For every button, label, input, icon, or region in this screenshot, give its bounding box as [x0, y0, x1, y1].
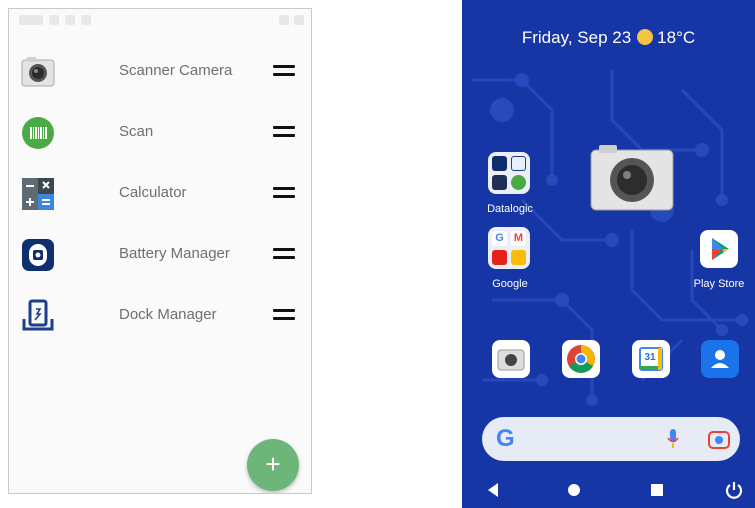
- back-icon[interactable]: [486, 482, 500, 498]
- folder-google[interactable]: G M: [488, 227, 530, 269]
- folder-label-datalogic: Datalogic: [487, 203, 533, 215]
- app-label-dock-manager: Dock Manager: [119, 306, 217, 323]
- battery-manager-icon: [492, 156, 507, 171]
- temperature-text: 18°C: [657, 28, 696, 47]
- chrome-icon[interactable]: [562, 340, 600, 378]
- camera-icon[interactable]: [589, 144, 675, 212]
- status-bar: [9, 9, 311, 31]
- drag-handle-icon[interactable]: [273, 187, 295, 199]
- play-store-icon[interactable]: [700, 230, 738, 268]
- camera-icon: [21, 57, 55, 87]
- google-search-bar[interactable]: G: [482, 417, 740, 461]
- drag-handle-icon[interactable]: [273, 65, 295, 77]
- battery-manager-icon: [22, 239, 54, 271]
- app-list-screen: Scanner Camera Scan Calculator Battery M…: [8, 8, 312, 494]
- app-row-dock-manager[interactable]: Dock Manager: [9, 285, 311, 345]
- dock-manager-icon: [511, 156, 526, 171]
- date-text: Friday, Sep 23: [521, 28, 632, 47]
- mic-icon[interactable]: [666, 428, 680, 450]
- app-row-calculator[interactable]: Calculator: [9, 163, 311, 223]
- drag-handle-icon[interactable]: [273, 248, 295, 260]
- folder-datalogic[interactable]: [488, 152, 530, 194]
- app-row-battery-manager[interactable]: Battery Manager: [9, 224, 311, 284]
- recents-icon[interactable]: [650, 483, 664, 497]
- google-logo-icon: G: [496, 425, 515, 452]
- app-label-calculator: Calculator: [119, 184, 187, 201]
- navigation-bar: [462, 474, 755, 508]
- calculator-icon: [22, 178, 54, 210]
- add-app-button[interactable]: +: [247, 439, 299, 491]
- drive-icon: [511, 250, 526, 265]
- drag-handle-icon[interactable]: [273, 126, 295, 138]
- sun-icon: [637, 29, 654, 45]
- folder-label-google: Google: [492, 278, 528, 290]
- camera-icon[interactable]: [492, 340, 530, 378]
- contacts-icon[interactable]: [701, 340, 739, 378]
- calendar-day-text: 31: [644, 352, 656, 363]
- barcode-icon: [511, 175, 526, 190]
- home-screen: Friday, Sep 23 18°C Datalogic G M Google …: [462, 0, 755, 508]
- gmail-icon: M: [511, 231, 526, 246]
- drag-handle-icon[interactable]: [273, 309, 295, 321]
- google-icon: G: [492, 231, 507, 246]
- power-icon[interactable]: [724, 480, 744, 500]
- youtube-icon: [492, 250, 507, 265]
- app-icon: [492, 175, 507, 190]
- lens-icon[interactable]: [708, 429, 730, 449]
- date-weather-widget[interactable]: Friday, Sep 23 18°C: [462, 28, 755, 48]
- home-icon[interactable]: [567, 483, 581, 497]
- app-label-battery-manager: Battery Manager: [119, 245, 230, 262]
- app-row-scan[interactable]: Scan: [9, 102, 311, 162]
- app-label-play-store: Play Store: [693, 278, 745, 290]
- calendar-icon[interactable]: 31: [632, 340, 670, 378]
- app-label-scanner-camera: Scanner Camera: [119, 62, 233, 79]
- barcode-icon: [22, 117, 54, 149]
- dock-manager-icon: [22, 299, 54, 331]
- app-row-scanner-camera[interactable]: Scanner Camera: [9, 41, 311, 101]
- app-label-scan: Scan: [119, 123, 154, 140]
